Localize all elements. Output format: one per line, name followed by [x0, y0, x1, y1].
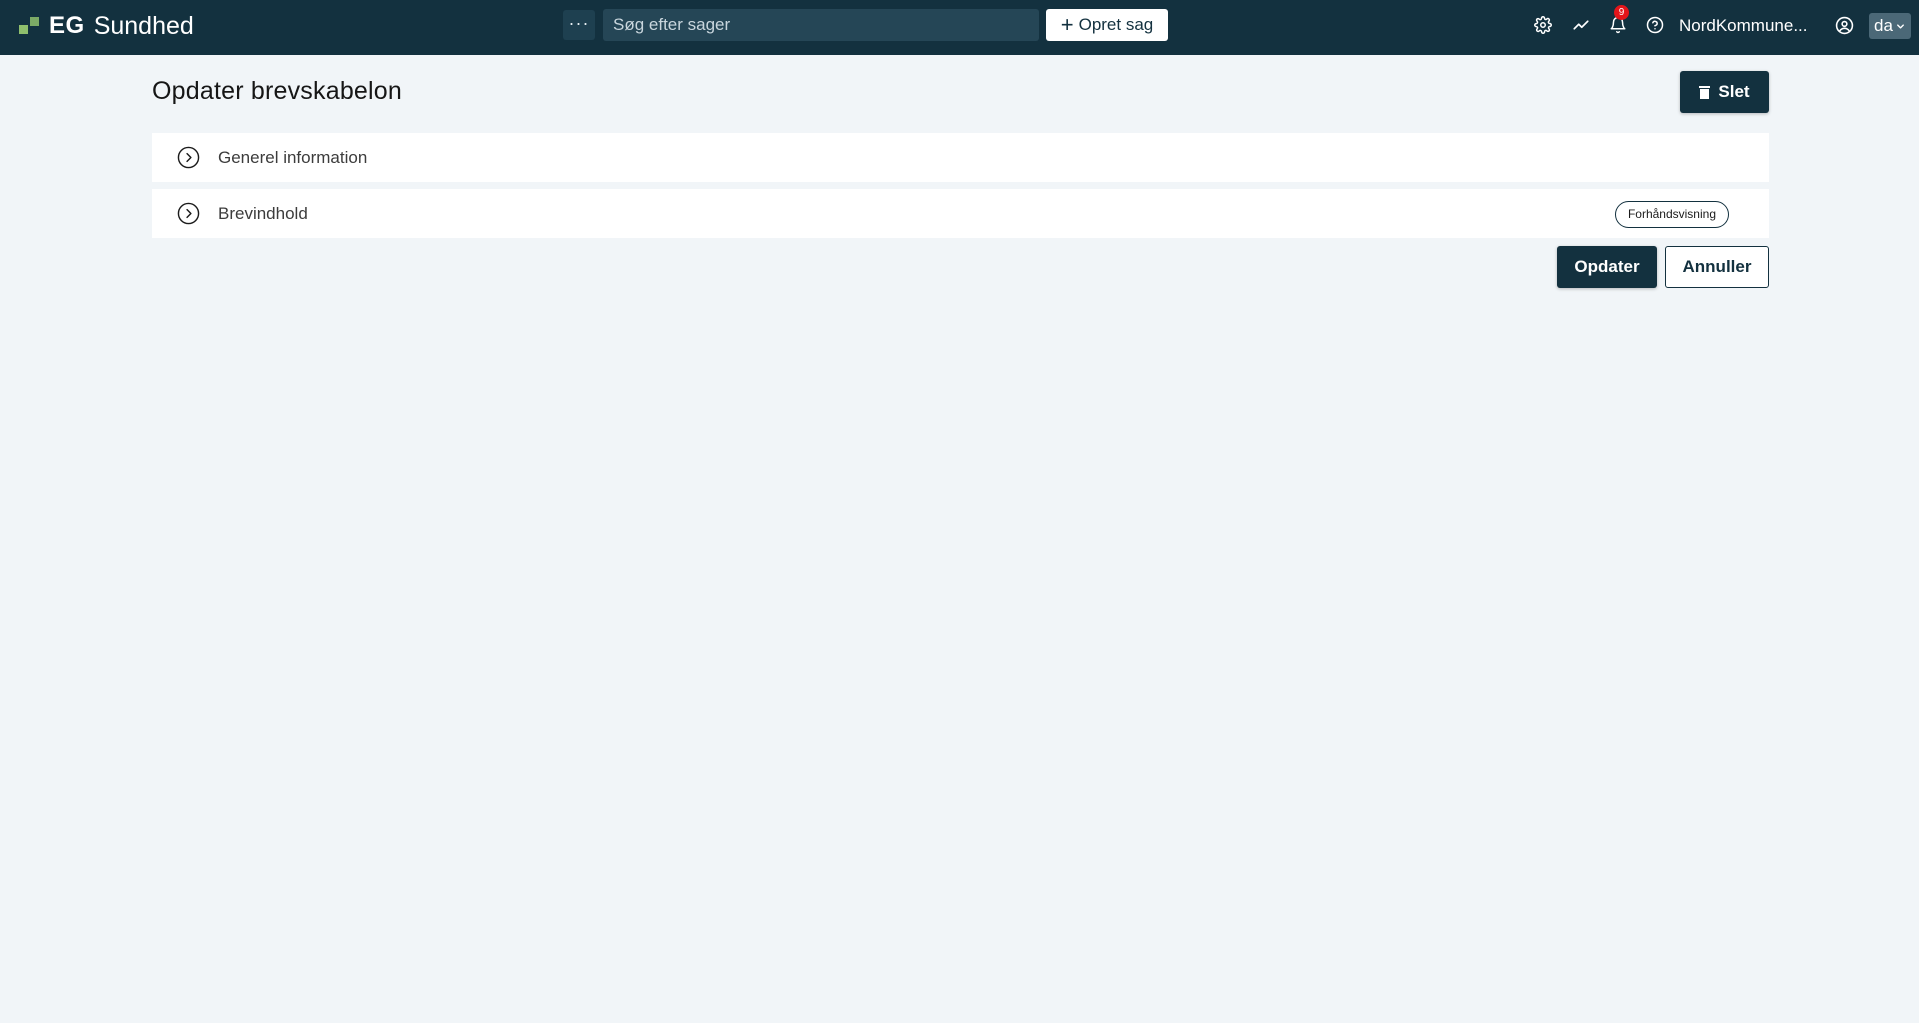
brand-short: EG — [49, 12, 85, 39]
trash-icon — [1699, 85, 1711, 99]
chevron-right-circle-icon[interactable] — [177, 146, 200, 169]
section-label: Brevindhold — [218, 204, 308, 223]
more-menu-button[interactable]: ··· — [563, 10, 595, 40]
language-select[interactable]: da — [1869, 13, 1911, 39]
settings-icon[interactable] — [1533, 15, 1553, 35]
help-icon[interactable] — [1645, 15, 1665, 35]
delete-label: Slet — [1718, 82, 1750, 101]
delete-button[interactable]: Slet — [1680, 71, 1769, 113]
trend-icon[interactable] — [1571, 15, 1591, 35]
brand-name: Sundhed — [93, 11, 194, 40]
search-input[interactable] — [603, 9, 1039, 41]
update-button[interactable]: Opdater — [1557, 246, 1657, 288]
create-case-button[interactable]: + Opret sag — [1046, 9, 1168, 41]
brand-logo[interactable]: EG Sundhed — [19, 11, 194, 40]
preview-button[interactable]: Forhåndsvisning — [1614, 201, 1729, 228]
section-letter-content[interactable]: Brevindhold Forhåndsvisning — [152, 189, 1769, 238]
section-general-information[interactable]: Generel information — [152, 133, 1769, 182]
create-case-label: Opret sag — [1078, 15, 1154, 34]
notification-badge: 9 — [1614, 5, 1629, 20]
brand-mark-icon — [19, 15, 41, 37]
organization-name[interactable]: NordKommune... — [1679, 16, 1808, 36]
language-value: da — [1874, 16, 1893, 35]
section-label: Generel information — [218, 148, 368, 167]
chevron-right-circle-icon[interactable] — [177, 202, 200, 225]
cancel-button[interactable]: Annuller — [1665, 246, 1769, 288]
top-bar: EG Sundhed ··· + Opret sag 9 N — [0, 0, 1919, 55]
plus-icon: + — [1060, 12, 1074, 37]
page-title: Opdater brevskabelon — [152, 77, 402, 105]
chevron-down-icon — [1897, 23, 1904, 29]
user-icon[interactable] — [1834, 15, 1854, 35]
